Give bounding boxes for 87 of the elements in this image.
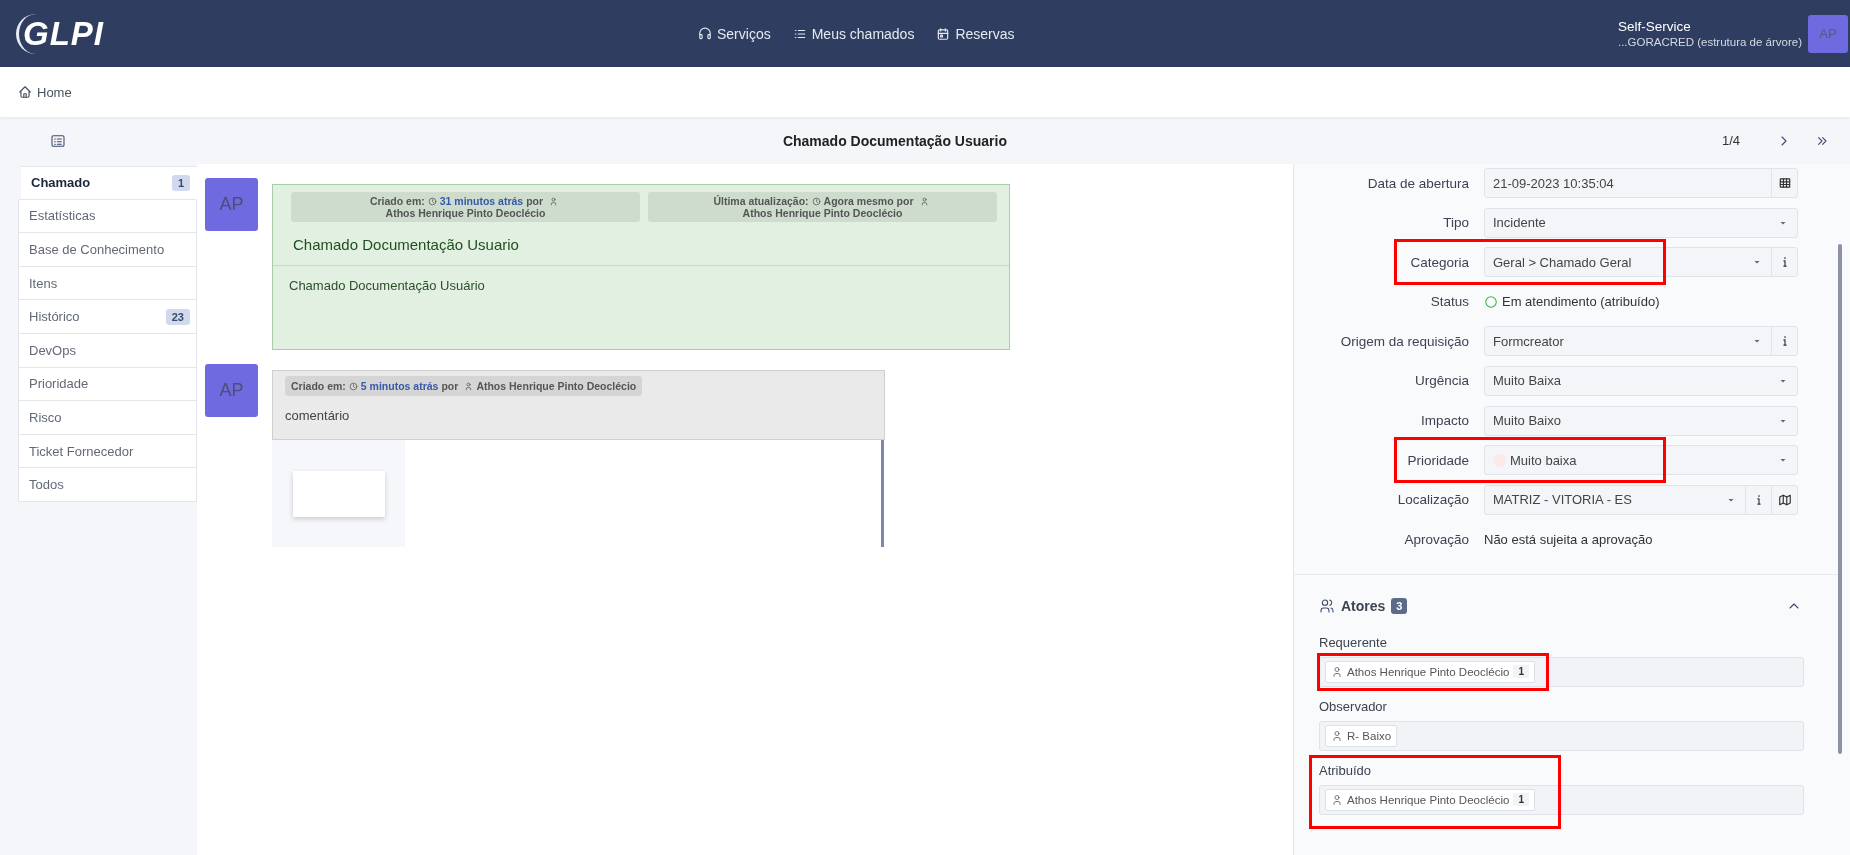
user-icon <box>1331 729 1343 742</box>
actor-name: Athos Henrique Pinto Deoclécio <box>1347 793 1510 806</box>
sidebar-tab[interactable]: Histórico 23 <box>18 300 197 334</box>
nav-link[interactable]: Reservas <box>936 25 1015 42</box>
field-label: Impacto <box>1419 413 1469 429</box>
author-name: Athos Henrique Pinto Deoclécio <box>742 207 903 219</box>
calendar-icon <box>936 26 951 41</box>
home-icon <box>18 85 32 99</box>
item-content: Chamado Documentação Usuário <box>288 278 486 293</box>
meta-text: por <box>896 195 914 207</box>
user-avatar: AP <box>205 364 258 417</box>
scrollbar-thumb[interactable] <box>1838 244 1842 754</box>
field-label: Aprovação <box>1403 531 1469 547</box>
meta-label: Última atualização: <box>713 195 809 207</box>
count-badge: 3 <box>1391 597 1408 614</box>
user-icon <box>1331 665 1343 678</box>
pager-count: 1/4 <box>1721 133 1740 148</box>
field-label: Atribuído <box>1319 762 1373 778</box>
field-label: Categoria <box>1409 254 1469 270</box>
status-icon <box>1484 294 1498 309</box>
actor-name: R- Baixo <box>1347 729 1392 742</box>
scrollbar-thumb[interactable] <box>881 440 884 547</box>
user-icon <box>464 382 474 391</box>
author-name: Athos Henrique Pinto Deoclécio <box>385 207 546 219</box>
glpi-logo[interactable]: GLPI <box>16 13 112 54</box>
time-link[interactable]: 31 minutos atrás <box>439 195 524 207</box>
select-field[interactable]: Muito Baixa <box>1485 366 1797 395</box>
time-link[interactable]: 5 minutos atrás <box>360 380 439 392</box>
field-label: Data de abertura <box>1366 175 1469 191</box>
headset-icon <box>698 26 712 41</box>
sidebar-tab[interactable]: Estatísticas <box>18 199 197 234</box>
sidebar-tab[interactable]: Prioridade <box>18 367 197 402</box>
meta-text: por <box>441 380 459 392</box>
item-title: Chamado Documentação Usuario <box>292 235 520 255</box>
select-field[interactable]: Incidente <box>1485 208 1797 237</box>
breadcrumb-link[interactable]: Home <box>18 84 72 100</box>
sidebar-tab[interactable]: Itens <box>18 266 197 301</box>
select-field[interactable]: Muito baixa <box>1485 446 1797 475</box>
user-avatar: AP <box>205 178 258 231</box>
entity-name[interactable]: ...GORACRED (estrutura de árvore) <box>1617 34 1802 50</box>
ticket-title: Chamado Documentação Usuario <box>781 132 1008 149</box>
field-label: Tipo <box>1442 215 1469 231</box>
time-text: Agora mesmo <box>823 195 894 207</box>
count-badge: 23 <box>165 308 190 325</box>
clock-icon <box>348 382 358 391</box>
nav-link[interactable]: Meus chamados <box>792 25 915 42</box>
clock-icon <box>427 197 437 206</box>
actor-chip[interactable]: Athos Henrique Pinto Deoclécio 1 <box>1325 788 1535 811</box>
actor-field[interactable]: Athos Henrique Pinto Deoclécio 1 <box>1319 784 1804 815</box>
count-badge: 1 <box>1513 665 1529 679</box>
field-label: Status <box>1429 294 1469 310</box>
user-icon <box>549 197 559 206</box>
field-label: Urgência <box>1413 373 1469 389</box>
approval-text: Não está sujeita a aprovação <box>1484 531 1653 547</box>
select-field[interactable]: Muito Baixo <box>1485 406 1797 435</box>
actor-field[interactable]: R- Baixo <box>1319 720 1804 751</box>
users-icon <box>1319 597 1335 614</box>
sidebar-tab[interactable]: Base de Conhecimento <box>18 233 197 267</box>
actor-chip[interactable]: Athos Henrique Pinto Deoclécio 1 <box>1325 660 1535 683</box>
nav-link[interactable]: Serviços <box>698 25 771 42</box>
attachment-thumbnail[interactable] <box>272 440 405 547</box>
section-title: Atores <box>1341 597 1386 614</box>
actor-field[interactable]: Athos Henrique Pinto Deoclécio 1 <box>1319 656 1804 687</box>
sidebar-tab[interactable]: DevOps <box>18 333 197 368</box>
count-badge: 1 <box>171 174 190 191</box>
sidebar-tab[interactable]: Risco <box>18 401 197 435</box>
sidebar-tab[interactable]: Ticket Fornecedor <box>18 434 197 469</box>
field-label: Prioridade <box>1406 452 1469 468</box>
item-content: comentário <box>284 407 351 423</box>
meta-label: Criado em: <box>369 195 425 207</box>
actor-name: Athos Henrique Pinto Deoclécio <box>1347 665 1510 678</box>
user-icon <box>919 197 929 206</box>
field-label: Observador <box>1319 698 1388 714</box>
profile-name[interactable]: Self-Service <box>1617 17 1802 35</box>
status-text: Em atendimento (atribuído) <box>1502 294 1660 310</box>
user-icon <box>1331 793 1343 806</box>
field-label: Requerente <box>1319 634 1388 650</box>
author-name: Athos Henrique Pinto Deoclécio <box>476 380 637 392</box>
field-label: Origem da requisição <box>1339 333 1469 349</box>
count-badge: 1 <box>1513 793 1529 807</box>
field-label: Localização <box>1396 492 1469 508</box>
actor-chip[interactable]: R- Baixo <box>1325 724 1398 747</box>
sidebar-tab[interactable]: Chamado 1 <box>18 166 197 200</box>
clock-icon <box>811 197 821 206</box>
sidebar-tab[interactable]: Todos <box>18 468 197 502</box>
meta-label: Criado em: <box>291 380 346 392</box>
meta-text: por <box>526 195 544 207</box>
